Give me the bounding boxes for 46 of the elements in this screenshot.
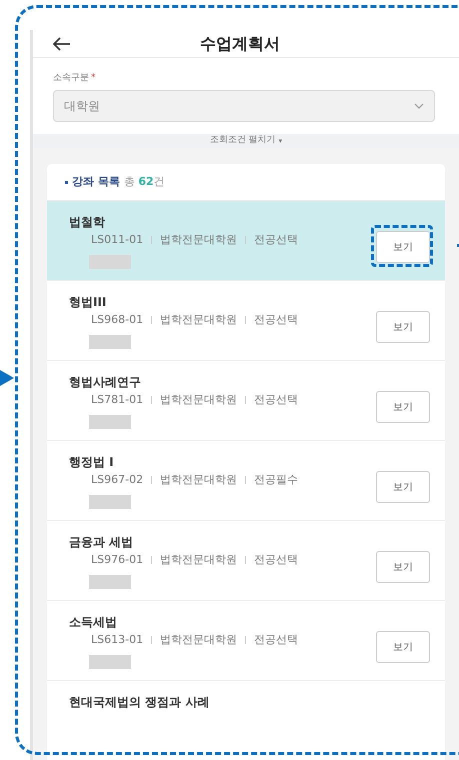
course-type: 전공선택: [254, 552, 298, 568]
field-label: 소속구분: [53, 72, 89, 86]
view-button[interactable]: 보기: [376, 471, 430, 503]
course-name: 형법III: [69, 295, 108, 310]
course-name: 행정법 I: [69, 455, 115, 470]
blurred-placeholder: [89, 494, 131, 508]
view-button[interactable]: 보기: [376, 311, 430, 343]
course-type: 전공선택: [254, 232, 298, 248]
course-department: 법학전문대학원: [160, 472, 238, 488]
pointer-arrow-icon: [0, 370, 14, 386]
course-name: 형법사례연구: [69, 375, 142, 390]
course-code: LS968-01: [91, 312, 144, 328]
course-department: 법학전문대학원: [160, 552, 238, 568]
course-type: 전공선택: [254, 392, 298, 408]
blurred-placeholder: [89, 574, 131, 588]
view-button[interactable]: 보기: [376, 631, 430, 663]
course-department: 법학전문대학원: [160, 232, 238, 248]
course-code: LS781-01: [91, 392, 144, 408]
page-title: 수업계획서: [200, 32, 281, 54]
course-code: LS967-02: [91, 472, 144, 488]
course-name: 현대국제법의 쟁점과 사례: [69, 695, 210, 710]
back-arrow-icon[interactable]: [53, 36, 71, 50]
list-total: 총 62건: [124, 174, 165, 190]
course-code: LS011-01: [91, 232, 144, 248]
list-title: 강좌 목록: [72, 174, 120, 190]
course-department: 법학전문대학원: [160, 312, 238, 328]
course-name: 소득세법: [69, 615, 118, 630]
chevron-down-icon: [414, 102, 424, 109]
course-code: LS613-01: [91, 632, 144, 648]
required-mark: *: [91, 72, 96, 86]
view-button[interactable]: 보기: [376, 551, 430, 583]
course-name: 금융과 세법: [69, 535, 134, 550]
view-button[interactable]: 보기: [376, 391, 430, 423]
course-department: 법학전문대학원: [160, 632, 238, 648]
course-type: 전공선택: [254, 632, 298, 648]
course-type: 전공필수: [254, 472, 298, 488]
course-name: 법철학: [69, 215, 106, 230]
highlight-annotation: [371, 225, 433, 267]
blurred-placeholder: [89, 334, 131, 348]
course-code: LS976-01: [91, 552, 144, 568]
blurred-placeholder: [89, 654, 131, 668]
course-type: 전공선택: [254, 312, 298, 328]
course-department: 법학전문대학원: [160, 392, 238, 408]
view-button[interactable]: 보기: [376, 231, 430, 263]
bullet-icon: [65, 180, 68, 184]
blurred-placeholder: [89, 414, 131, 428]
